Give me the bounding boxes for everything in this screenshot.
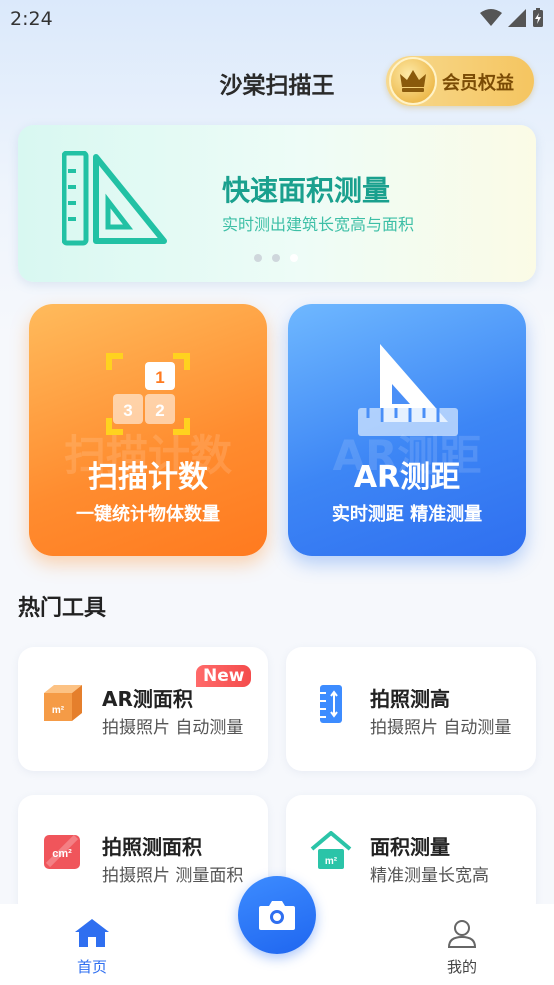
promo-banner[interactable]: 快速面积测量 实时测出建筑长宽高与面积 (18, 125, 536, 282)
battery-icon (533, 8, 543, 27)
banner-title: 快速面积测量 (222, 174, 391, 207)
tool-name: 面积测量 (370, 835, 450, 859)
digit-3: 3 (123, 401, 132, 420)
status-time: 2:24 (10, 8, 53, 30)
tool-ar-area[interactable]: m² AR测面积 拍摄照片 自动测量 New (18, 647, 268, 771)
banner-subtitle: 实时测出建筑长宽高与面积 (222, 215, 415, 234)
new-badge: New (196, 665, 252, 687)
vip-benefits-button[interactable]: 会员权益 (386, 56, 534, 106)
hot-tools-heading: 热门工具 (18, 596, 107, 621)
tab-mine[interactable]: 我的 (422, 918, 502, 977)
tab-home[interactable]: 首页 (52, 918, 132, 977)
signal-icon (508, 9, 526, 27)
tool-desc: 拍摄照片 自动测量 (102, 718, 244, 738)
camera-button[interactable] (238, 876, 316, 954)
tab-label: 我的 (446, 958, 477, 976)
tab-label: 首页 (76, 958, 107, 976)
card-subtitle: 一键统计物体数量 (76, 504, 220, 525)
tool-desc: 精准测量长宽高 (370, 866, 489, 886)
status-bar: 2:24 (0, 0, 554, 38)
tool-desc: 拍摄照片 自动测量 (370, 718, 512, 738)
card-subtitle: 实时测距 精准测量 (331, 504, 483, 525)
house-area-icon: m² (310, 831, 352, 869)
banner-pagination (254, 254, 298, 262)
photo-area-icon: cm² (44, 834, 80, 869)
digit-2: 2 (155, 401, 164, 420)
user-icon (447, 920, 477, 948)
pagination-dot-active[interactable] (290, 254, 298, 262)
set-square-ruler-icon (288, 342, 526, 442)
tool-name: AR测面积 (102, 687, 193, 711)
card-title: 扫描计数 (88, 460, 208, 495)
tool-name: 拍照测高 (370, 687, 450, 711)
tool-photo-area[interactable]: cm² 拍照测面积 拍摄照片 测量面积 (18, 795, 268, 919)
wifi-icon (480, 9, 502, 26)
ruler-triangle-icon (62, 151, 167, 246)
height-ruler-icon (320, 685, 342, 723)
area-cube-icon: m² (44, 685, 82, 721)
tool-photo-height[interactable]: 拍照测高 拍摄照片 自动测量 (286, 647, 536, 771)
scan-count-icon: 1 3 2 (29, 352, 267, 436)
scan-count-card[interactable]: 扫描计数 1 3 2 扫描计数 一键统计物体数量 (29, 304, 267, 556)
icon-label: m² (52, 705, 65, 716)
pagination-dot[interactable] (272, 254, 280, 262)
icon-label: m² (325, 856, 338, 867)
status-icons (480, 8, 544, 28)
camera-icon (259, 901, 295, 930)
crown-icon (389, 57, 437, 105)
tool-desc: 拍摄照片 测量面积 (102, 866, 244, 886)
tool-area-measure[interactable]: m² 面积测量 精准测量长宽高 (286, 795, 536, 919)
home-icon (75, 919, 109, 947)
icon-label: cm² (52, 848, 72, 860)
tool-name: 拍照测面积 (102, 835, 202, 859)
vip-label: 会员权益 (442, 73, 514, 94)
ar-distance-card[interactable]: AR测距 AR测距 实时测距 精准测量 (288, 304, 526, 556)
digit-1: 1 (155, 368, 164, 387)
pagination-dot[interactable] (254, 254, 262, 262)
card-title: AR测距 (353, 460, 461, 495)
